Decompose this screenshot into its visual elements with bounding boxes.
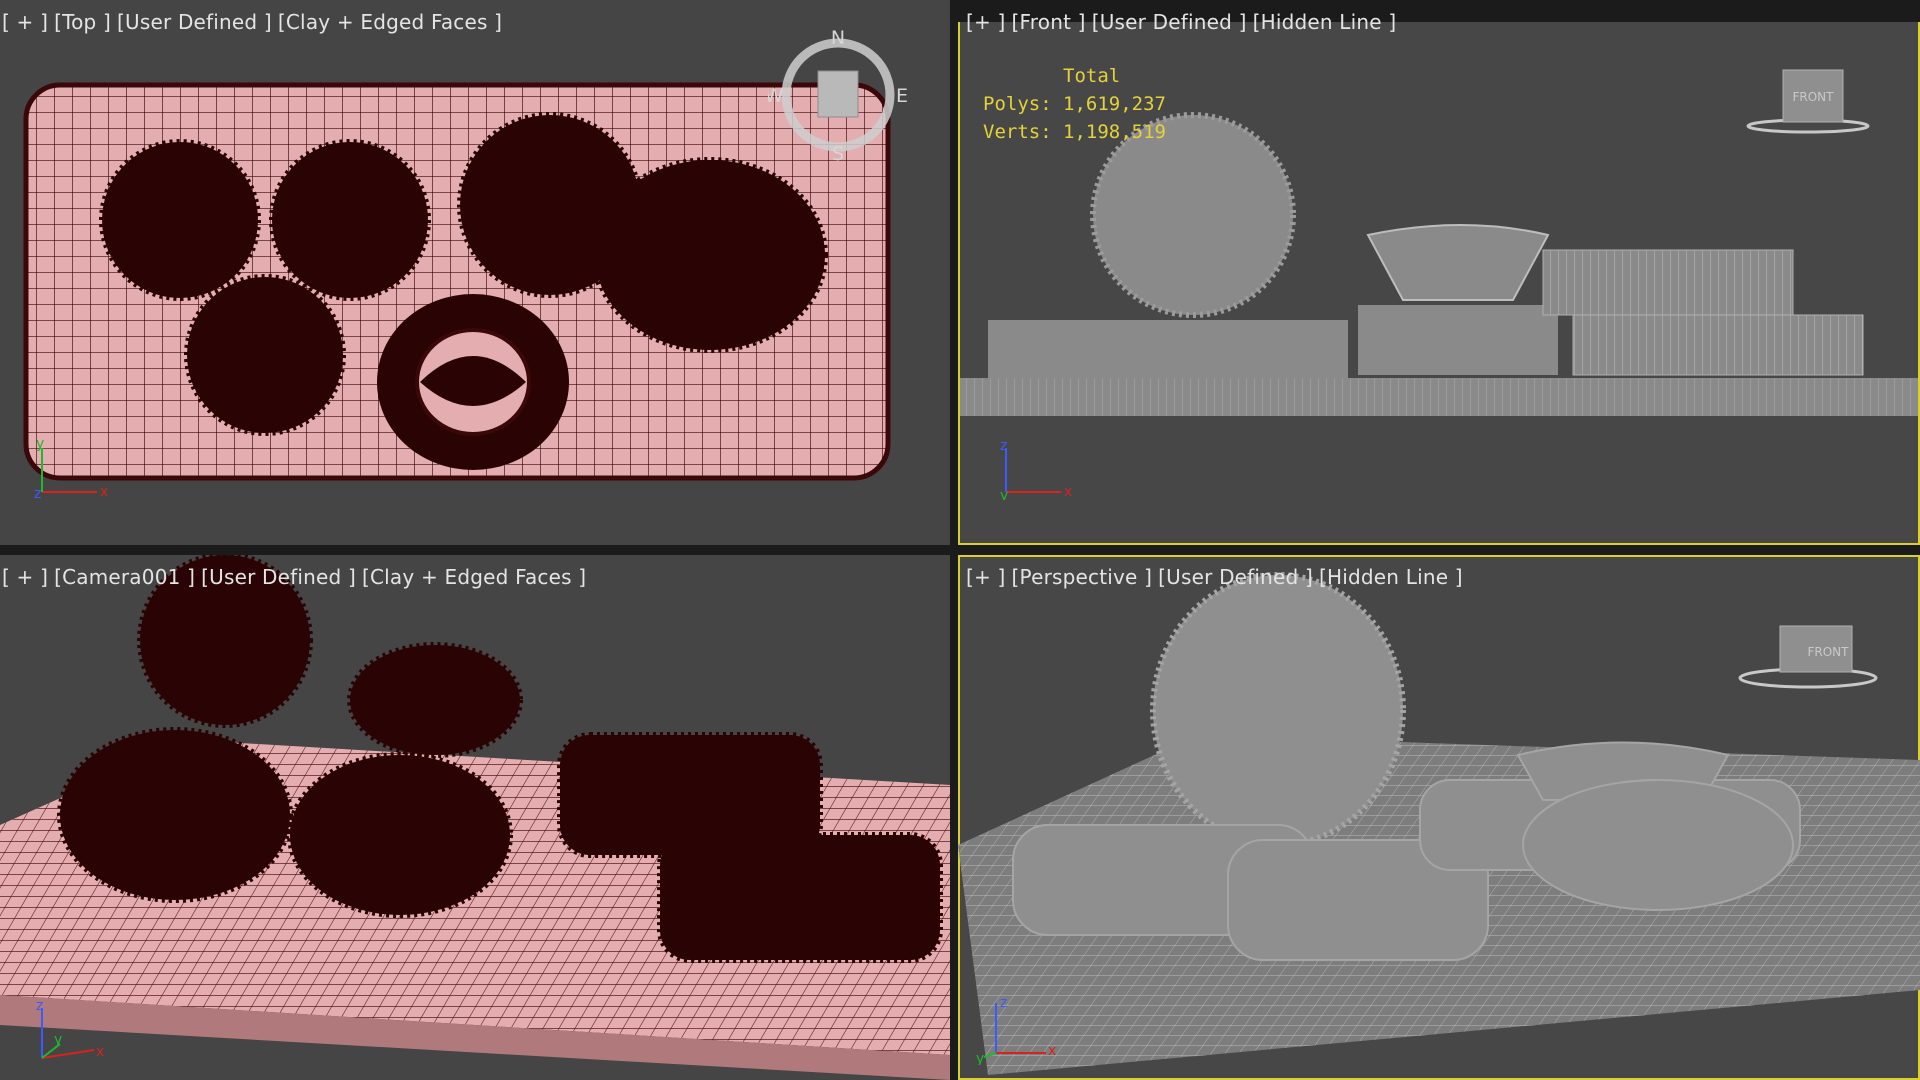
mooncake-camera-4 [657, 832, 943, 963]
viewport-menu-plus[interactable]: [+ ] [966, 10, 1006, 34]
viewport-stage[interactable]: [User Defined ] [201, 565, 356, 589]
viewport-perspective[interactable]: [+ ] [Perspective ] [User Defined ] [Hidden… [958, 555, 1920, 1080]
stats-overlay: Total Polys: 1,619,237 Verts: 1,198,519 [983, 62, 1166, 146]
svg-text:z: z [1000, 440, 1007, 454]
ingot-camera [347, 642, 523, 758]
compass-south: S [832, 143, 844, 165]
viewport-stage[interactable]: [User Defined ] [117, 10, 272, 34]
axis-tripod-camera: x z y [36, 1000, 104, 1060]
viewcube-face-label: FRONT [1808, 645, 1850, 659]
svg-text:x: x [1064, 484, 1072, 500]
viewport-point-of-view[interactable]: [Camera001 ] [54, 565, 195, 589]
axis-tripod-perspective: x z y [976, 995, 1056, 1065]
viewport-front[interactable]: [+ ] [Front ] [User Defined ] [Hidden Line … [958, 0, 1920, 545]
ingot-front [1366, 224, 1550, 301]
mooncake-top-2 [269, 139, 431, 301]
svg-text:x: x [96, 1044, 104, 1060]
compass-north: N [831, 30, 845, 49]
svg-text:y: y [54, 1032, 62, 1048]
viewport-menu-plus[interactable]: [ + ] [2, 565, 48, 589]
viewport-menu-plus[interactable]: [+ ] [966, 565, 1006, 589]
ingot-top [377, 294, 569, 470]
axis-tripod-top: x y z [34, 440, 108, 500]
mooncake-top-5 [592, 157, 828, 353]
viewport-point-of-view[interactable]: [Front ] [1012, 10, 1086, 34]
viewport-top[interactable]: [ + ] [Top ] [User Defined ] [Clay + Edged … [0, 0, 950, 545]
mooncake-perspective-ball [1150, 572, 1406, 848]
viewport-label-camera[interactable]: [ + ] [Camera001 ] [User Defined ] [Clay + … [2, 565, 592, 589]
verts-value: 1,198,519 [1063, 121, 1166, 143]
verts-label: Verts: [983, 121, 1052, 143]
polys-value: 1,619,237 [1063, 93, 1166, 115]
viewport-label-perspective[interactable]: [+ ] [Perspective ] [User Defined ] [Hidden… [966, 565, 1469, 589]
svg-text:z: z [1000, 995, 1007, 1011]
viewport-camera[interactable]: [ + ] [Camera001 ] [User Defined ] [Clay + … [0, 555, 950, 1080]
stats-title: Total [1063, 65, 1121, 87]
svg-text:x: x [100, 484, 108, 500]
viewport-stage[interactable]: [User Defined ] [1158, 565, 1313, 589]
svg-text:x: x [1048, 1043, 1056, 1059]
polys-label: Polys: [983, 93, 1052, 115]
viewcube-perspective[interactable]: FRONT [1728, 620, 1878, 700]
svg-text:y: y [1000, 488, 1008, 500]
viewcube-front[interactable]: FRONT [1728, 62, 1878, 142]
svg-text:y: y [36, 440, 44, 452]
viewport-shading[interactable]: [Hidden Line ] [1319, 565, 1463, 589]
viewport-label-front[interactable]: [+ ] [Front ] [User Defined ] [Hidden Line … [966, 10, 1402, 34]
mooncake-camera-2 [287, 752, 513, 918]
compass-viewcube[interactable]: N S E W [768, 30, 908, 170]
viewport-menu-plus[interactable]: [ + ] [2, 10, 48, 34]
axis-tripod-front: x z y [1000, 440, 1072, 500]
viewport-point-of-view[interactable]: [Perspective ] [1012, 565, 1153, 589]
viewport-shading[interactable]: [Clay + Edged Faces ] [278, 10, 502, 34]
viewport-shading[interactable]: [Clay + Edged Faces ] [362, 565, 586, 589]
camera-scene [0, 555, 950, 1080]
mooncake-camera-1 [57, 727, 293, 903]
svg-text:y: y [976, 1051, 984, 1065]
compass-east: E [896, 85, 908, 107]
mooncake-top-1 [99, 139, 261, 301]
mooncake-perspective-4 [1522, 779, 1794, 911]
viewport-point-of-view[interactable]: [Top ] [54, 10, 111, 34]
viewport-shading[interactable]: [Hidden Line ] [1253, 10, 1397, 34]
svg-text:z: z [36, 1000, 43, 1014]
compass-west: W [768, 85, 784, 107]
mooncake-top-3 [184, 274, 346, 436]
viewport-label-top[interactable]: [ + ] [Top ] [User Defined ] [Clay + Edged … [2, 10, 508, 34]
viewcube-face-label: FRONT [1793, 90, 1835, 104]
viewport-stage[interactable]: [User Defined ] [1092, 10, 1247, 34]
svg-text:z: z [34, 486, 41, 500]
